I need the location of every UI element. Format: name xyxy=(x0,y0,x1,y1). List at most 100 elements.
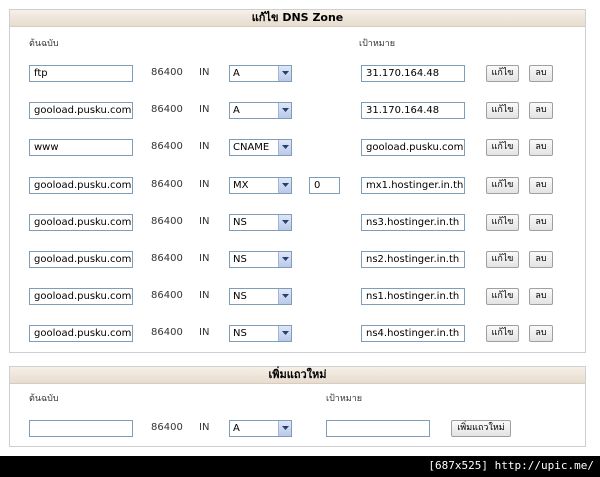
chevron-down-icon[interactable] xyxy=(278,215,291,230)
delete-button[interactable]: ลบ xyxy=(529,177,553,194)
source-input[interactable]: ftp xyxy=(29,65,133,82)
source-input[interactable]: gooload.pusku.com xyxy=(29,177,133,194)
chevron-down-icon[interactable] xyxy=(278,103,291,118)
record-type-select[interactable]: NS xyxy=(229,251,292,268)
class-text: IN xyxy=(199,141,210,152)
page-canvas: แก้ไข DNS Zone ต้นฉบับ เป้าหมาย ftp 86400… xyxy=(0,0,600,456)
chevron-down-icon[interactable] xyxy=(278,140,291,155)
target-input[interactable]: ns4.hostinger.in.th xyxy=(361,325,465,342)
edit-button[interactable]: แก้ไข xyxy=(486,102,519,119)
record-type-select[interactable]: CNAME xyxy=(229,139,292,156)
edit-button[interactable]: แก้ไข xyxy=(486,139,519,156)
edit-button[interactable]: แก้ไข xyxy=(486,288,519,305)
record-type-value: NS xyxy=(233,328,247,339)
dns-record-row: ftp 86400 IN A 31.170.164.48 แก้ไข ลบ xyxy=(10,65,585,85)
record-type-value: NS xyxy=(233,254,247,265)
ttl-text: 86400 xyxy=(151,327,183,338)
ttl-text: 86400 xyxy=(151,253,183,264)
ttl-text: 86400 xyxy=(151,104,183,115)
class-text: IN xyxy=(199,327,210,338)
edit-panel-title: แก้ไข DNS Zone xyxy=(10,10,585,27)
add-row-panel: เพิ่มแถวใหม่ ต้นฉบับ เป้าหมาย 86400 IN A… xyxy=(9,366,586,447)
edit-button[interactable]: แก้ไข xyxy=(486,65,519,82)
image-host-footer: [687x525] http://upic.me/ xyxy=(0,456,600,477)
dns-record-row: gooload.pusku.com 86400 IN A 31.170.164.48 แก… xyxy=(10,102,585,122)
record-type-select[interactable]: NS xyxy=(229,214,292,231)
edit-button[interactable]: แก้ไข xyxy=(486,177,519,194)
class-text: IN xyxy=(199,290,210,301)
dns-record-row: www 86400 IN CNAME gooload.pusku.com แก้ไข ลบ xyxy=(10,139,585,159)
edit-button[interactable]: แก้ไข xyxy=(486,214,519,231)
new-type-select[interactable]: A xyxy=(229,420,292,437)
record-type-value: A xyxy=(233,105,240,116)
class-text: IN xyxy=(199,216,210,227)
source-input[interactable]: gooload.pusku.com xyxy=(29,214,133,231)
class-text: IN xyxy=(199,67,210,78)
class-text: IN xyxy=(199,253,210,264)
delete-button[interactable]: ลบ xyxy=(529,325,553,342)
record-type-select[interactable]: A xyxy=(229,102,292,119)
dns-record-row: gooload.pusku.com 86400 IN NS ns3.hostinger.… xyxy=(10,214,585,234)
delete-button[interactable]: ลบ xyxy=(529,288,553,305)
record-type-value: NS xyxy=(233,217,247,228)
delete-button[interactable]: ลบ xyxy=(529,214,553,231)
new-ttl-text: 86400 xyxy=(151,422,183,433)
record-type-select[interactable]: A xyxy=(229,65,292,82)
chevron-down-icon[interactable] xyxy=(278,421,291,436)
target-input[interactable]: 31.170.164.48 xyxy=(361,65,465,82)
dns-record-row: gooload.pusku.com 86400 IN NS ns2.hostinger.… xyxy=(10,251,585,271)
add-new-row-button[interactable]: เพิ่มแถวใหม่ xyxy=(451,420,511,437)
source-input[interactable]: gooload.pusku.com xyxy=(29,102,133,119)
ttl-text: 86400 xyxy=(151,179,183,190)
dns-record-row: gooload.pusku.com 86400 IN NS ns1.hostinger.… xyxy=(10,288,585,308)
delete-button[interactable]: ลบ xyxy=(529,65,553,82)
dns-record-row: gooload.pusku.com 86400 IN NS ns4.hostinger.… xyxy=(10,325,585,345)
record-type-value: CNAME xyxy=(233,142,270,153)
chevron-down-icon[interactable] xyxy=(278,289,291,304)
edit-dns-zone-panel: แก้ไข DNS Zone ต้นฉบับ เป้าหมาย ftp 86400… xyxy=(9,9,586,353)
source-input[interactable]: gooload.pusku.com xyxy=(29,288,133,305)
delete-button[interactable]: ลบ xyxy=(529,251,553,268)
dns-record-row: gooload.pusku.com 86400 IN MX 0 mx1.hostinger… xyxy=(10,177,585,197)
edit-button[interactable]: แก้ไข xyxy=(486,251,519,268)
chevron-down-icon[interactable] xyxy=(278,178,291,193)
add-panel-title: เพิ่มแถวใหม่ xyxy=(10,367,585,384)
edit-button[interactable]: แก้ไข xyxy=(486,325,519,342)
chevron-down-icon[interactable] xyxy=(278,326,291,341)
new-target-input[interactable] xyxy=(326,420,430,437)
record-type-value: MX xyxy=(233,180,249,191)
target-input[interactable]: gooload.pusku.com xyxy=(361,139,465,156)
chevron-down-icon[interactable] xyxy=(278,252,291,267)
new-class-text: IN xyxy=(199,422,210,433)
add-source-label: ต้นฉบับ xyxy=(29,394,59,404)
ttl-text: 86400 xyxy=(151,290,183,301)
record-type-select[interactable]: NS xyxy=(229,288,292,305)
target-column-label: เป้าหมาย xyxy=(359,39,396,49)
record-type-value: NS xyxy=(233,291,247,302)
target-input[interactable]: mx1.hostinger.in.th xyxy=(361,177,465,194)
priority-input[interactable]: 0 xyxy=(309,177,340,194)
add-target-label: เป้าหมาย xyxy=(326,394,363,404)
source-input[interactable]: gooload.pusku.com xyxy=(29,251,133,268)
add-row: 86400 IN A เพิ่มแถวใหม่ xyxy=(10,420,585,440)
ttl-text: 86400 xyxy=(151,67,183,78)
footer-text: [687x525] http://upic.me/ xyxy=(428,459,594,472)
source-column-label: ต้นฉบับ xyxy=(29,39,59,49)
ttl-text: 86400 xyxy=(151,216,183,227)
target-input[interactable]: 31.170.164.48 xyxy=(361,102,465,119)
delete-button[interactable]: ลบ xyxy=(529,102,553,119)
record-type-select[interactable]: MX xyxy=(229,177,292,194)
new-type-value: A xyxy=(233,423,240,434)
source-input[interactable]: gooload.pusku.com xyxy=(29,325,133,342)
class-text: IN xyxy=(199,179,210,190)
delete-button[interactable]: ลบ xyxy=(529,139,553,156)
record-type-select[interactable]: NS xyxy=(229,325,292,342)
source-input[interactable]: www xyxy=(29,139,133,156)
chevron-down-icon[interactable] xyxy=(278,66,291,81)
new-source-input[interactable] xyxy=(29,420,133,437)
target-input[interactable]: ns1.hostinger.in.th xyxy=(361,288,465,305)
ttl-text: 86400 xyxy=(151,141,183,152)
target-input[interactable]: ns2.hostinger.in.th xyxy=(361,251,465,268)
record-type-value: A xyxy=(233,68,240,79)
target-input[interactable]: ns3.hostinger.in.th xyxy=(361,214,465,231)
